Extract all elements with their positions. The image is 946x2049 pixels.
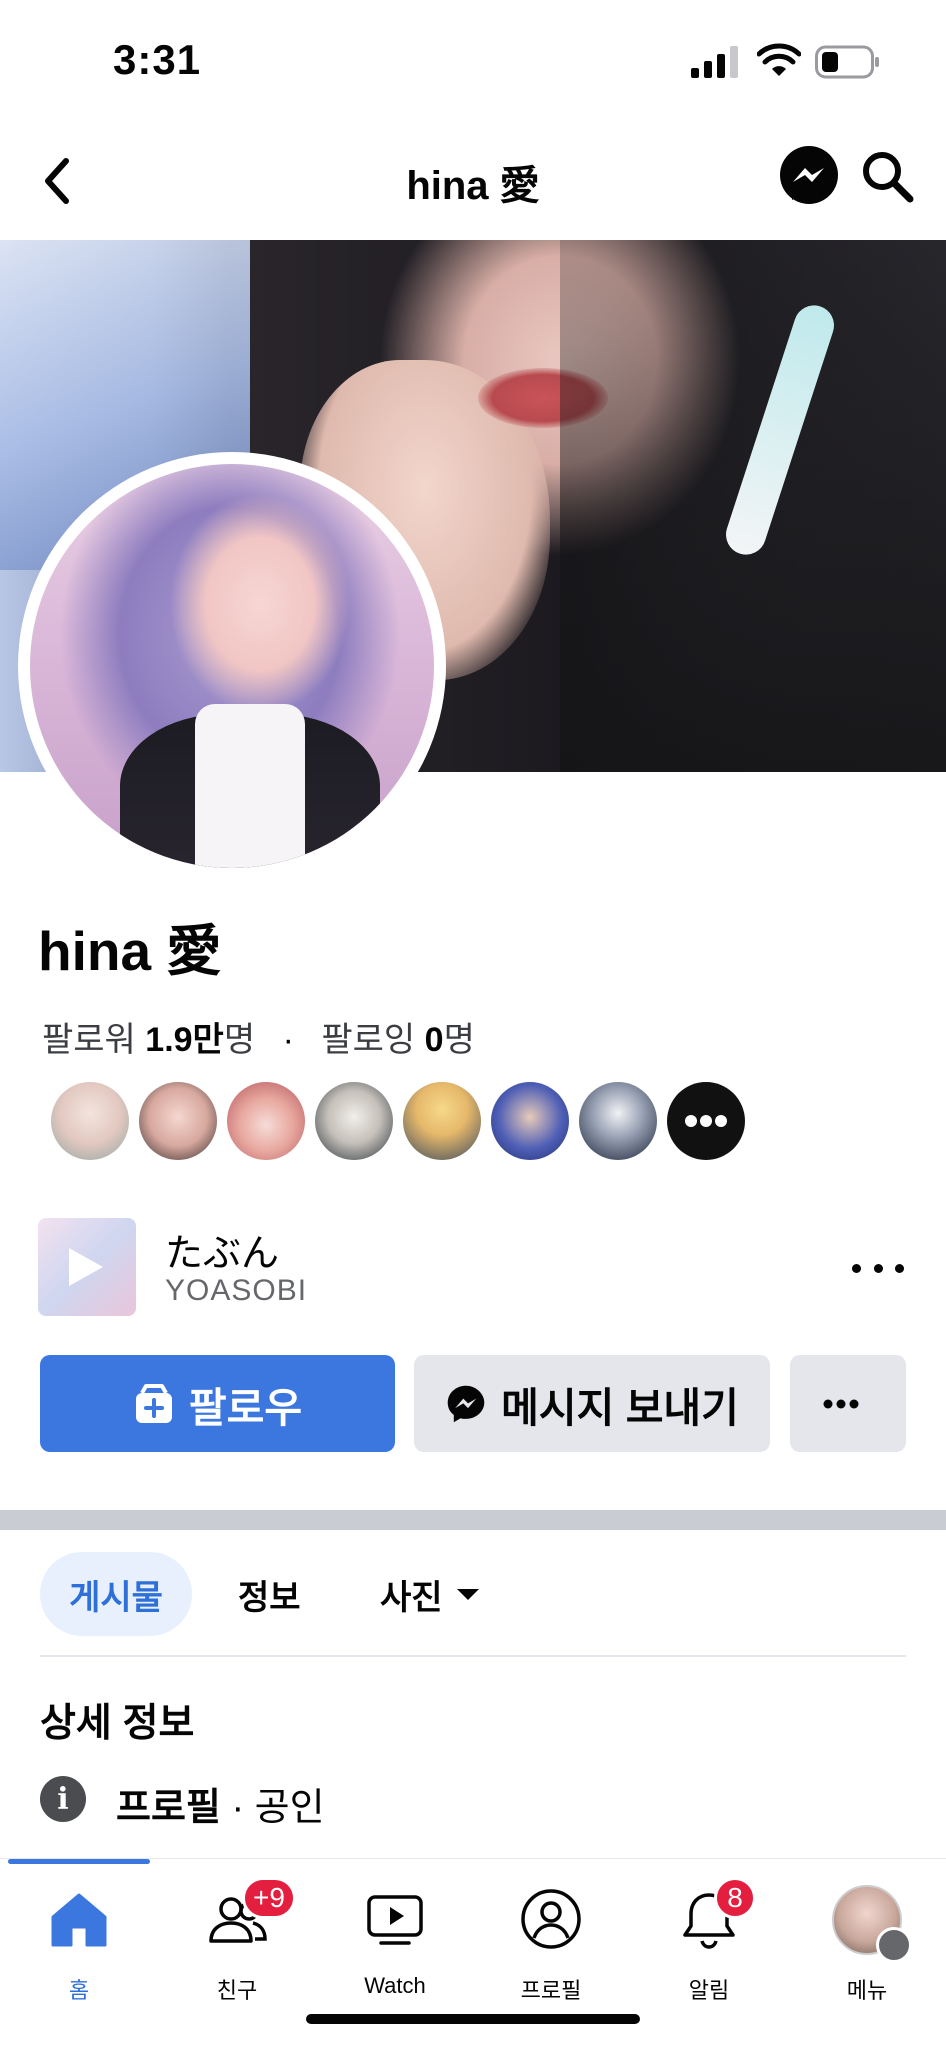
following-unit: 명 bbox=[443, 1021, 475, 1059]
follow-icon bbox=[135, 1383, 172, 1423]
profile-icon bbox=[521, 1889, 581, 1949]
nav-home[interactable]: 홈 bbox=[0, 1877, 158, 2003]
nav-menu-label: 메뉴 bbox=[846, 1978, 888, 2003]
nav-profile-label: 프로필 bbox=[520, 1978, 582, 2003]
send-message-button[interactable]: 메시지 보내기 bbox=[414, 1355, 770, 1452]
home-icon bbox=[51, 1893, 107, 1947]
nav-friends-label: 친구 bbox=[216, 1978, 258, 2003]
details-heading: 상세 정보 bbox=[40, 1702, 195, 1745]
follow-button[interactable]: 팔로우 bbox=[40, 1355, 395, 1452]
nav-watch[interactable]: Watch bbox=[316, 1877, 474, 1998]
music-more-icon[interactable] bbox=[852, 1256, 904, 1280]
nav-watch-label: Watch bbox=[364, 1973, 426, 1998]
follower-avatar[interactable] bbox=[579, 1082, 657, 1160]
music-thumbnail[interactable] bbox=[38, 1218, 136, 1316]
more-actions-button[interactable] bbox=[790, 1355, 906, 1452]
music-artist: YOASOBI bbox=[165, 1274, 308, 1307]
messenger-icon bbox=[447, 1385, 485, 1422]
nav-active-indicator bbox=[8, 1859, 150, 1864]
status-bar: 3:31 bbox=[0, 0, 946, 125]
follower-avatar[interactable] bbox=[139, 1082, 217, 1160]
tab-photos-label: 사진 bbox=[380, 1578, 443, 1617]
follower-avatar[interactable] bbox=[403, 1082, 481, 1160]
menu-hamburger-icon bbox=[876, 1927, 912, 1963]
profile-category-value: · 공인 bbox=[220, 1787, 325, 1829]
following-label: 팔로잉 bbox=[321, 1021, 416, 1059]
count-separator: · bbox=[282, 1021, 294, 1059]
more-dots-icon bbox=[823, 1399, 859, 1408]
profile-category: 프로필 · 공인 bbox=[116, 1776, 325, 1831]
nav-friends[interactable]: +9 친구 bbox=[158, 1877, 316, 2003]
tab-info[interactable]: 정보 bbox=[238, 1552, 301, 1636]
follower-avatar[interactable] bbox=[315, 1082, 393, 1160]
tab-photos[interactable]: 사진 bbox=[380, 1552, 479, 1636]
profile-header: hina 愛 bbox=[0, 125, 946, 240]
followers-count: 1.9만 bbox=[145, 1021, 224, 1059]
status-time: 3:31 bbox=[113, 36, 202, 83]
follow-button-label: 팔로우 bbox=[188, 1384, 303, 1431]
profile-picture[interactable] bbox=[30, 464, 434, 868]
follower-avatar[interactable] bbox=[491, 1082, 569, 1160]
follower-avatar[interactable] bbox=[51, 1082, 129, 1160]
messenger-icon[interactable] bbox=[778, 145, 840, 207]
nav-notifications-label: 알림 bbox=[688, 1978, 730, 2003]
follower-avatar[interactable] bbox=[227, 1082, 305, 1160]
notifications-badge: 8 bbox=[714, 1877, 756, 1919]
more-dots-icon bbox=[685, 1115, 727, 1127]
nav-profile[interactable]: 프로필 bbox=[472, 1877, 630, 2003]
home-indicator bbox=[306, 2014, 640, 2024]
profile-name: hina 愛 bbox=[38, 920, 222, 982]
nav-home-label: 홈 bbox=[68, 1978, 90, 2003]
play-icon bbox=[69, 1248, 103, 1286]
tab-posts[interactable]: 게시물 bbox=[40, 1552, 192, 1636]
tab-divider bbox=[40, 1655, 906, 1657]
profile-category-label: 프로필 bbox=[116, 1787, 221, 1829]
avatar-apron-graphic bbox=[195, 704, 305, 868]
wifi-icon bbox=[757, 43, 801, 76]
nav-notifications[interactable]: 8 알림 bbox=[630, 1877, 788, 2003]
nav-menu[interactable]: 메뉴 bbox=[788, 1877, 946, 2003]
info-icon: i bbox=[40, 1776, 86, 1822]
more-followers-button[interactable] bbox=[667, 1082, 745, 1160]
send-message-label: 메시지 보내기 bbox=[501, 1384, 739, 1431]
section-separator bbox=[0, 1510, 946, 1530]
battery-icon bbox=[815, 45, 879, 79]
music-title: たぶん bbox=[165, 1233, 280, 1275]
following-count: 0 bbox=[424, 1021, 444, 1059]
followers-label: 팔로워 bbox=[42, 1021, 136, 1059]
follower-avatars[interactable] bbox=[51, 1082, 751, 1162]
search-icon[interactable] bbox=[858, 147, 916, 205]
caret-down-icon bbox=[456, 1588, 479, 1600]
watch-icon bbox=[367, 1895, 423, 1945]
follow-counts[interactable]: 팔로워 1.9만명 · 팔로잉 0명 bbox=[42, 1012, 475, 1061]
followers-unit: 명 bbox=[223, 1021, 256, 1059]
friends-badge: +9 bbox=[242, 1877, 296, 1919]
signal-icon bbox=[691, 46, 738, 78]
